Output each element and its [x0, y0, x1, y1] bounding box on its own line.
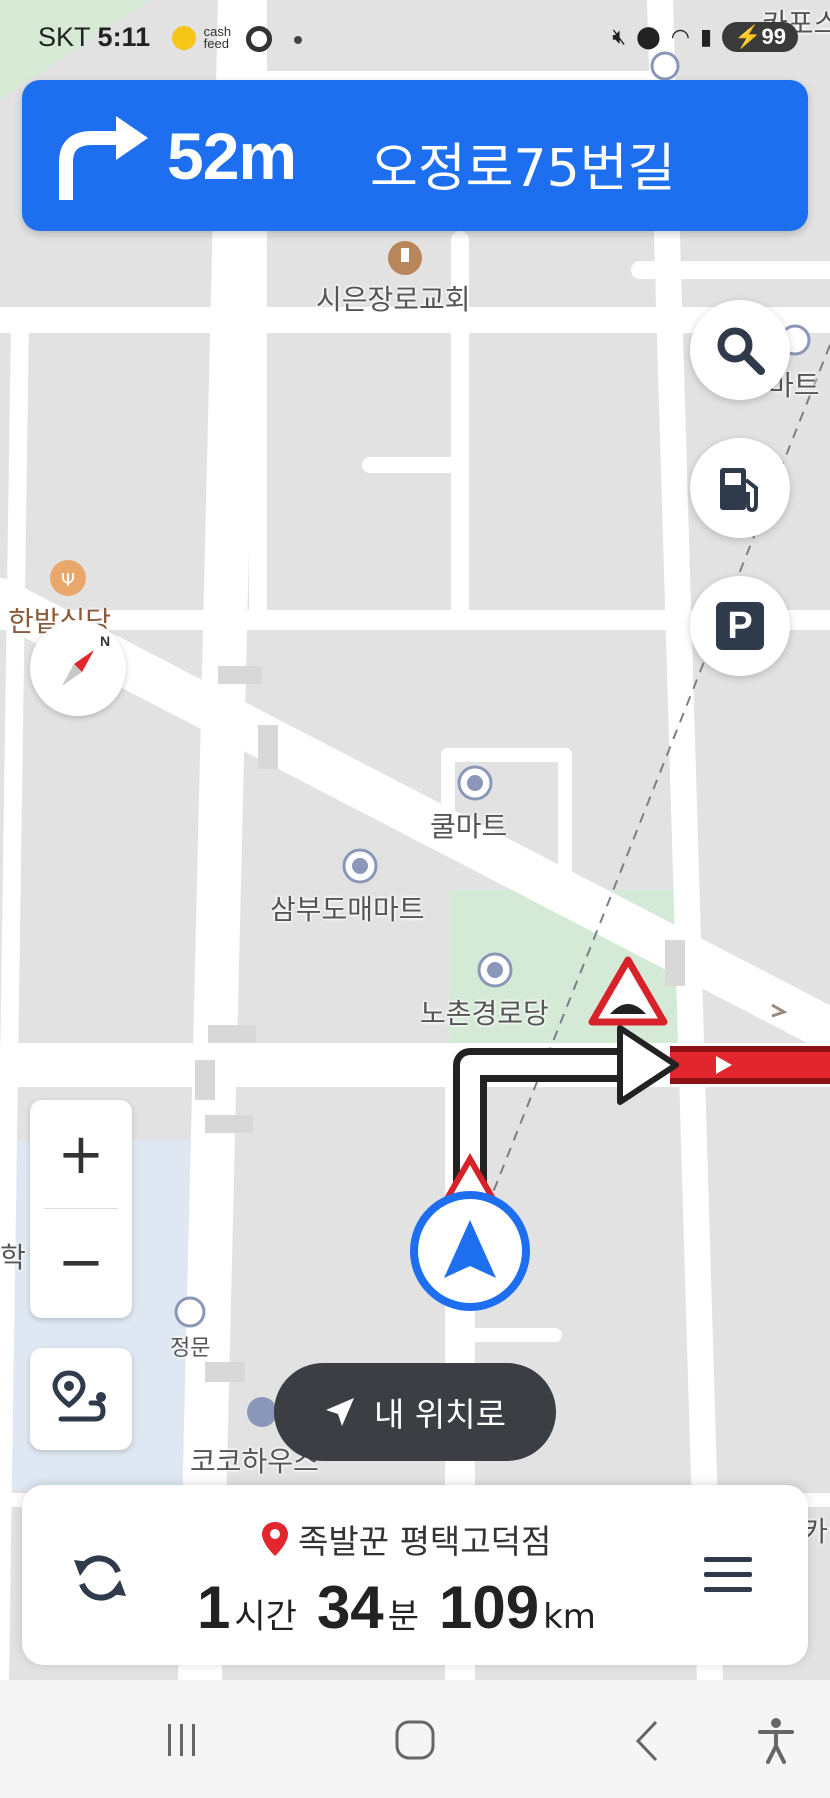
menu-icon[interactable]: [702, 1553, 754, 1597]
app-notification-icon: [246, 26, 272, 52]
poi-label-church[interactable]: 시은장로교회: [316, 278, 471, 318]
eta-hours: 1: [197, 1574, 231, 1641]
reroute-icon[interactable]: [72, 1550, 128, 1606]
my-location-button[interactable]: 내 위치로: [274, 1363, 556, 1461]
eta-minutes-unit: 분: [387, 1597, 419, 1637]
parking-icon: P: [716, 602, 764, 650]
destination-pin-icon: [262, 1522, 288, 1556]
battery-indicator: ⚡99: [722, 22, 798, 52]
compass-icon: N: [62, 633, 110, 686]
trip-distance: 109: [438, 1574, 540, 1641]
destination-name: 족발꾼 평택고덕점: [298, 1522, 552, 1561]
turn-guidance-banner[interactable]: 52m 오정로75번길: [22, 80, 808, 231]
poi-label-edge-left: 학: [0, 1241, 26, 1274]
recent-apps-button[interactable]: [162, 1720, 202, 1760]
wifi-icon: ◠: [670, 24, 690, 50]
turn-road-name: 오정로75번길: [370, 139, 676, 199]
poi-label-mart1[interactable]: 쿨마트: [430, 805, 507, 845]
svg-text:N: N: [100, 633, 110, 649]
status-bar: SKT 5:11 cash feed 🔇︎ ⬤ ◠ ▮ ⚡99: [0, 0, 830, 76]
signal-icon: ▮: [700, 24, 713, 50]
system-navigation-bar: [0, 1680, 830, 1798]
zoom-out-button[interactable]: −: [30, 1208, 132, 1316]
zoom-in-button[interactable]: +: [30, 1100, 132, 1208]
search-button[interactable]: [690, 300, 790, 400]
eta-hours-unit: 시간: [234, 1597, 297, 1637]
more-notifications-dot: [294, 36, 302, 44]
eta-minutes: 34: [316, 1574, 384, 1641]
svg-text:Ψ: Ψ: [61, 570, 75, 591]
my-location-label: 내 위치로: [374, 1395, 506, 1434]
turn-distance: 52m: [167, 119, 297, 193]
trip-eta: 1 시간 34 분 109 km: [197, 1573, 596, 1642]
search-icon: [717, 327, 765, 375]
route-overview-button[interactable]: [30, 1348, 132, 1450]
home-button[interactable]: [393, 1718, 437, 1762]
cashfeed-icon: cash feed: [172, 25, 231, 50]
trip-summary-card[interactable]: 족발꾼 평택고덕점 1 시간 34 분 109 km: [22, 1485, 808, 1665]
route-overview-icon: [52, 1370, 106, 1422]
location-arrow-icon: [326, 1398, 355, 1426]
gas-station-button[interactable]: [690, 438, 790, 538]
trip-distance-unit: km: [543, 1597, 596, 1637]
mute-icon: 🔇︎: [612, 24, 627, 50]
parking-button[interactable]: P: [690, 576, 790, 676]
gas-station-icon: [720, 468, 758, 513]
accessibility-button[interactable]: [756, 1716, 796, 1764]
poi-label-gate[interactable]: 정문: [170, 1330, 210, 1362]
destination: 족발꾼 평택고덕점: [262, 1515, 551, 1563]
poi-label-mart2[interactable]: 삼부도매마트: [270, 888, 425, 928]
back-button[interactable]: [632, 1720, 662, 1762]
zoom-control: + −: [30, 1100, 132, 1318]
poi-label-senior-center[interactable]: 노촌경로당: [420, 992, 549, 1032]
location-icon: ⬤: [636, 24, 661, 50]
compass-button[interactable]: N: [30, 620, 126, 716]
status-carrier-time: SKT 5:11: [38, 22, 151, 52]
turn-right-icon: [59, 116, 148, 200]
